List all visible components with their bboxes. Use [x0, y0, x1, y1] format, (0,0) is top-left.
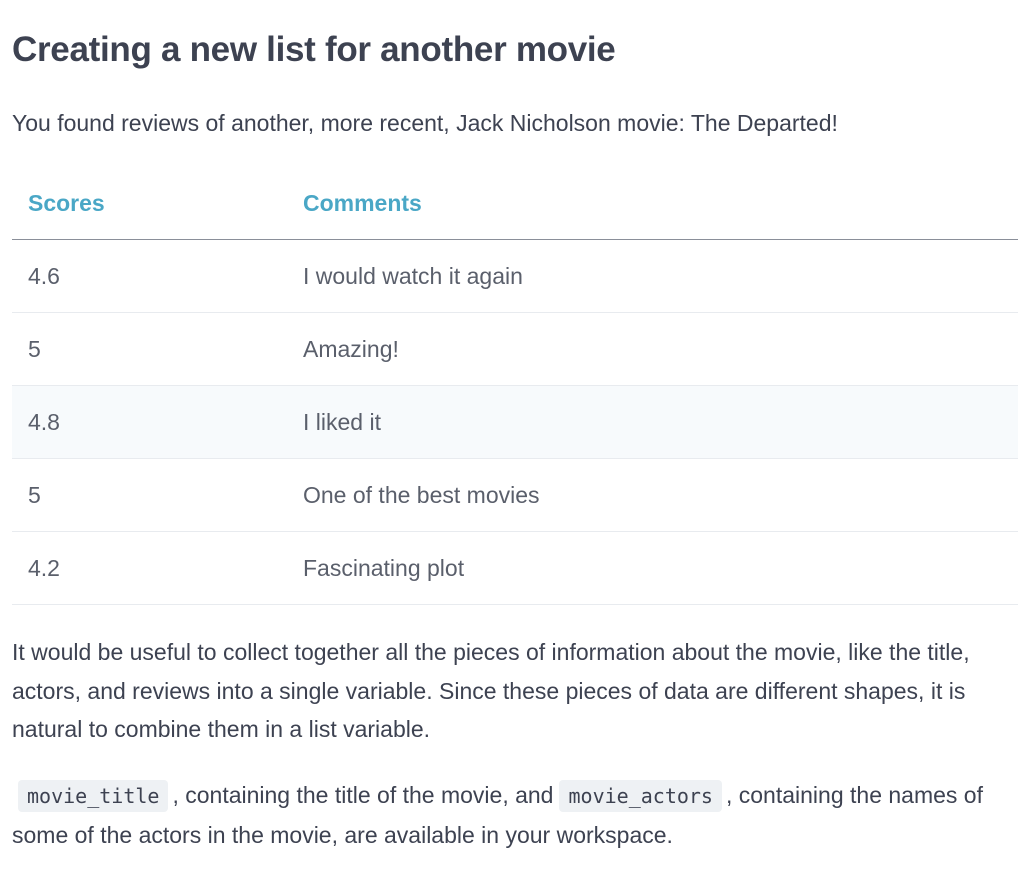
score-cell: 4.2 — [12, 531, 303, 605]
comment-cell: One of the best movies — [303, 458, 1018, 532]
reviews-table: Scores Comments 4.6 I would watch it aga… — [12, 168, 1018, 605]
comment-cell: I liked it — [303, 385, 1018, 459]
workspace-text-1: , containing the title of the movie, and — [172, 782, 554, 808]
table-header-row: Scores Comments — [12, 168, 1018, 240]
column-header-scores: Scores — [12, 168, 303, 240]
explanation-paragraph: It would be useful to collect together a… — [12, 639, 970, 742]
page-title: Creating a new list for another movie — [12, 30, 616, 69]
code-movie-actors: movie_actors — [559, 780, 722, 812]
intro-text: You found reviews of another, more recen… — [12, 110, 838, 136]
code-movie-title: movie_title — [18, 780, 169, 812]
table-row: 5 One of the best movies — [12, 458, 1018, 532]
column-header-comments: Comments — [303, 168, 1018, 240]
table-row: 4.8 I liked it — [12, 385, 1018, 459]
comment-cell: Fascinating plot — [303, 531, 1018, 605]
score-cell: 4.8 — [12, 385, 303, 459]
comment-cell: Amazing! — [303, 312, 1018, 386]
table-row: 4.2 Fascinating plot — [12, 531, 1018, 605]
table-row: 5 Amazing! — [12, 312, 1018, 386]
comment-cell: I would watch it again — [303, 239, 1018, 313]
score-cell: 4.6 — [12, 239, 303, 313]
score-cell: 5 — [12, 312, 303, 386]
table-row: 4.6 I would watch it again — [12, 239, 1018, 313]
workspace-paragraph: movie_title, containing the title of the… — [12, 776, 1018, 854]
score-cell: 5 — [12, 458, 303, 532]
